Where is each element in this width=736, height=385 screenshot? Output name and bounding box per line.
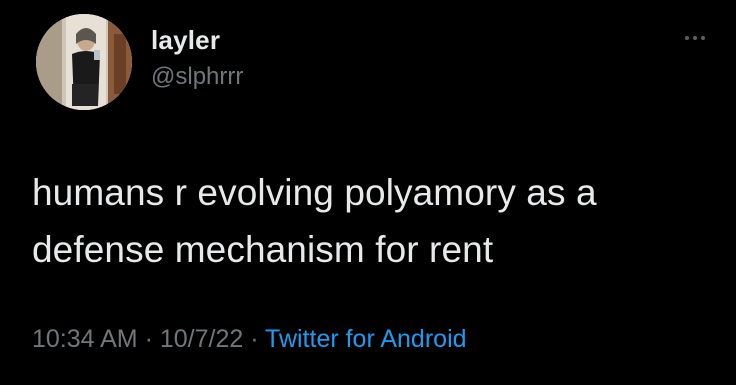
more-options-button[interactable] — [681, 30, 721, 46]
tweet-source-link[interactable]: Twitter for Android — [265, 325, 466, 353]
more-horizontal-icon — [685, 36, 705, 40]
meta-separator: · — [243, 325, 266, 353]
avatar[interactable] — [36, 14, 132, 110]
tweet-date[interactable]: 10/7/22 — [160, 325, 243, 353]
author-handle[interactable]: @slphrrr — [151, 63, 243, 91]
tweet-text: humans r evolving polyamory as a defense… — [32, 172, 597, 270]
tweet-time[interactable]: 10:34 AM — [32, 325, 138, 353]
tweet-meta: 10:34 AM · 10/7/22 · Twitter for Android — [32, 325, 467, 354]
meta-separator: · — [137, 325, 160, 353]
tweet-card: layler @slphrrr humans r evolving polyam… — [0, 0, 736, 385]
avatar-photo-icon — [36, 14, 132, 110]
author-display-name[interactable]: layler — [151, 25, 220, 56]
